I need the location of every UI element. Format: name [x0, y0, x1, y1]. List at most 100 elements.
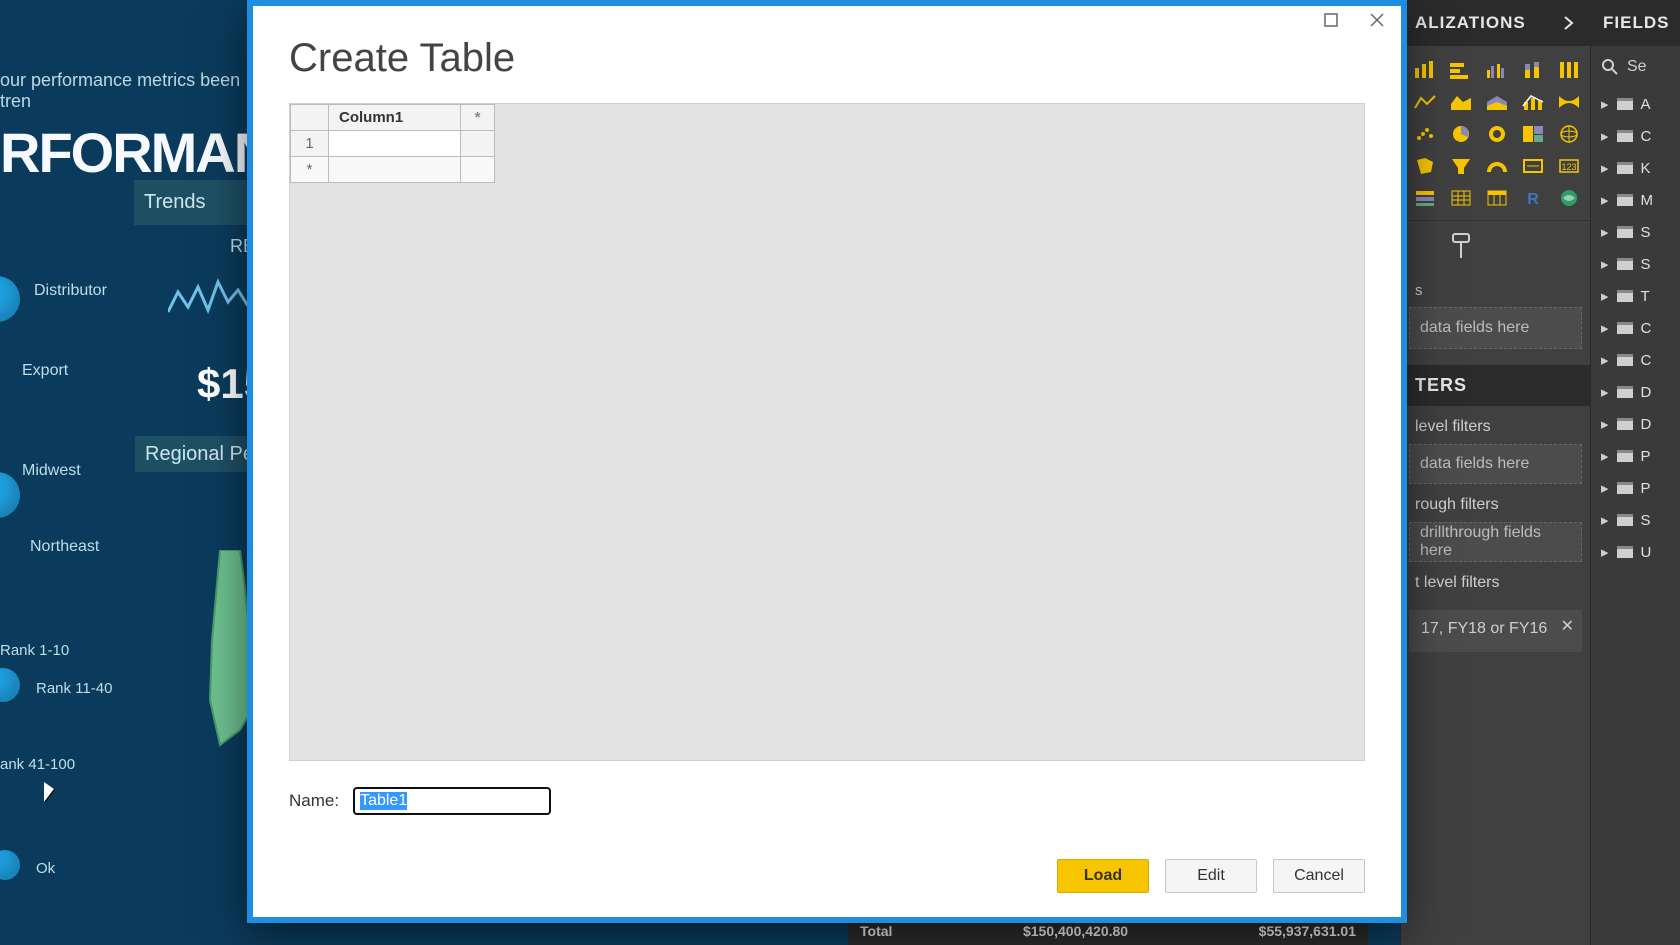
search-placeholder: Se	[1627, 58, 1647, 76]
viz-pie-icon[interactable]	[1443, 118, 1479, 150]
viz-donut-icon[interactable]	[1479, 118, 1515, 150]
viz-clustered-bar-icon[interactable]	[1443, 54, 1479, 86]
field-table-item[interactable]: ▸K	[1591, 152, 1680, 184]
viz-combo-icon[interactable]	[1515, 86, 1551, 118]
visualizations-header[interactable]: ALIZATIONS	[1401, 0, 1590, 46]
viz-slicer-icon[interactable]	[1407, 182, 1443, 214]
viz-stacked-area-icon[interactable]	[1479, 86, 1515, 118]
table-icon	[1617, 482, 1633, 494]
field-table-item[interactable]: ▸C	[1591, 312, 1680, 344]
chevron-right-icon: ▸	[1601, 351, 1609, 369]
legend-dot-midwest	[0, 472, 20, 518]
cancel-button[interactable]: Cancel	[1273, 859, 1365, 893]
label-rank-11-40: Rank 11-40	[36, 680, 112, 697]
field-table-item[interactable]: ▸P	[1591, 472, 1680, 504]
visualization-type-grid: 123 R	[1401, 46, 1590, 220]
add-column-button[interactable]: *	[461, 105, 495, 131]
viz-r-script-icon[interactable]: R	[1515, 182, 1551, 214]
table-icon	[1617, 546, 1633, 558]
name-label: Name:	[289, 791, 339, 811]
table-icon	[1617, 386, 1633, 398]
format-paint-roller-icon[interactable]	[1449, 232, 1475, 262]
edit-button[interactable]: Edit	[1165, 859, 1257, 893]
viz-funnel-icon[interactable]	[1443, 150, 1479, 182]
corner-cell	[291, 105, 329, 131]
format-tab-row	[1401, 220, 1590, 272]
chevron-right-icon: ▸	[1601, 543, 1609, 561]
field-label: D	[1641, 384, 1652, 401]
viz-stacked-bar-icon[interactable]	[1407, 54, 1443, 86]
dashboard-banner: our performance metrics been tren RFORMA…	[0, 70, 250, 185]
row-number-1: 1	[291, 131, 329, 157]
new-row-indicator[interactable]: *	[291, 157, 329, 183]
close-button[interactable]	[1365, 10, 1389, 30]
close-icon	[1370, 13, 1384, 27]
viz-arcgis-icon[interactable]	[1551, 182, 1587, 214]
legend-export: Export	[22, 362, 68, 380]
cell-r1-c1[interactable]	[329, 131, 461, 157]
page-filters-drop-well[interactable]: data fields here	[1409, 444, 1582, 484]
field-table-item[interactable]: ▸D	[1591, 376, 1680, 408]
column-header-1[interactable]: Column1	[329, 105, 461, 131]
viz-table-icon[interactable]	[1443, 182, 1479, 214]
legend-dot-rank11	[0, 668, 20, 702]
field-table-item[interactable]: ▸C	[1591, 344, 1680, 376]
values-section-label: s	[1401, 272, 1590, 301]
fiscal-year-filter-card[interactable]: ✕ 17, FY18 or FY16	[1409, 610, 1582, 652]
viz-line-icon[interactable]	[1407, 86, 1443, 118]
field-table-item[interactable]: ▸M	[1591, 184, 1680, 216]
viz-filled-map-icon[interactable]	[1407, 150, 1443, 182]
chevron-right-icon: ▸	[1601, 255, 1609, 273]
chevron-right-icon: ▸	[1601, 95, 1609, 113]
chevron-right-icon: ▸	[1601, 319, 1609, 337]
field-label: P	[1641, 448, 1651, 465]
field-table-item[interactable]: ▸A	[1591, 88, 1680, 120]
viz-area-icon[interactable]	[1443, 86, 1479, 118]
viz-100-stacked-icon[interactable]	[1551, 54, 1587, 86]
chevron-right-icon: ▸	[1601, 415, 1609, 433]
filter-card-close-icon[interactable]: ✕	[1561, 616, 1574, 636]
viz-stacked-column-icon[interactable]	[1515, 54, 1551, 86]
chevron-right-icon: ▸	[1601, 127, 1609, 145]
field-table-item[interactable]: ▸S	[1591, 216, 1680, 248]
field-label: U	[1641, 544, 1652, 561]
field-table-item[interactable]: ▸S	[1591, 504, 1680, 536]
field-label: S	[1641, 256, 1651, 273]
viz-kpi-icon[interactable]: 123	[1551, 150, 1587, 182]
data-entry-grid[interactable]: Column1 * 1 *	[289, 103, 1365, 761]
viz-clustered-column-icon[interactable]	[1479, 54, 1515, 86]
field-table-item[interactable]: ▸D	[1591, 408, 1680, 440]
create-table-dialog-body: Create Table Column1 * 1 *	[253, 6, 1401, 917]
fields-search-row[interactable]: Se	[1591, 46, 1680, 88]
field-table-item[interactable]: ▸T	[1591, 280, 1680, 312]
viz-treemap-icon[interactable]	[1515, 118, 1551, 150]
table-icon	[1617, 354, 1633, 366]
drillthrough-drop-well[interactable]: drillthrough fields here	[1409, 522, 1582, 562]
table-name-row: Name:	[253, 761, 1401, 815]
field-label: K	[1641, 160, 1651, 177]
viz-matrix-icon[interactable]	[1479, 182, 1515, 214]
values-drop-well[interactable]: data fields here	[1409, 307, 1582, 349]
label-northeast: Northeast	[30, 538, 99, 556]
cell-new-c1[interactable]	[329, 157, 461, 183]
maximize-button[interactable]	[1319, 10, 1343, 30]
viz-map-icon[interactable]	[1551, 118, 1587, 150]
table-name-input[interactable]	[353, 787, 551, 815]
viz-gauge-icon[interactable]	[1479, 150, 1515, 182]
table-icon	[1617, 418, 1633, 430]
field-table-item[interactable]: ▸P	[1591, 440, 1680, 472]
field-table-item[interactable]: ▸C	[1591, 120, 1680, 152]
data-entry-table: Column1 * 1 *	[290, 104, 495, 183]
field-table-item[interactable]: ▸S	[1591, 248, 1680, 280]
legend-dot-distributor	[0, 276, 20, 322]
viz-ribbon-icon[interactable]	[1551, 86, 1587, 118]
dialog-titlebar	[253, 6, 1401, 30]
viz-scatter-icon[interactable]	[1407, 118, 1443, 150]
viz-card-icon[interactable]	[1515, 150, 1551, 182]
report-level-filters-label: t level filters	[1401, 562, 1590, 596]
field-label: S	[1641, 224, 1651, 241]
load-button[interactable]: Load	[1057, 859, 1149, 893]
fields-header[interactable]: FIELDS	[1591, 0, 1680, 46]
field-table-item[interactable]: ▸U	[1591, 536, 1680, 568]
chevron-right-icon	[1562, 16, 1576, 30]
